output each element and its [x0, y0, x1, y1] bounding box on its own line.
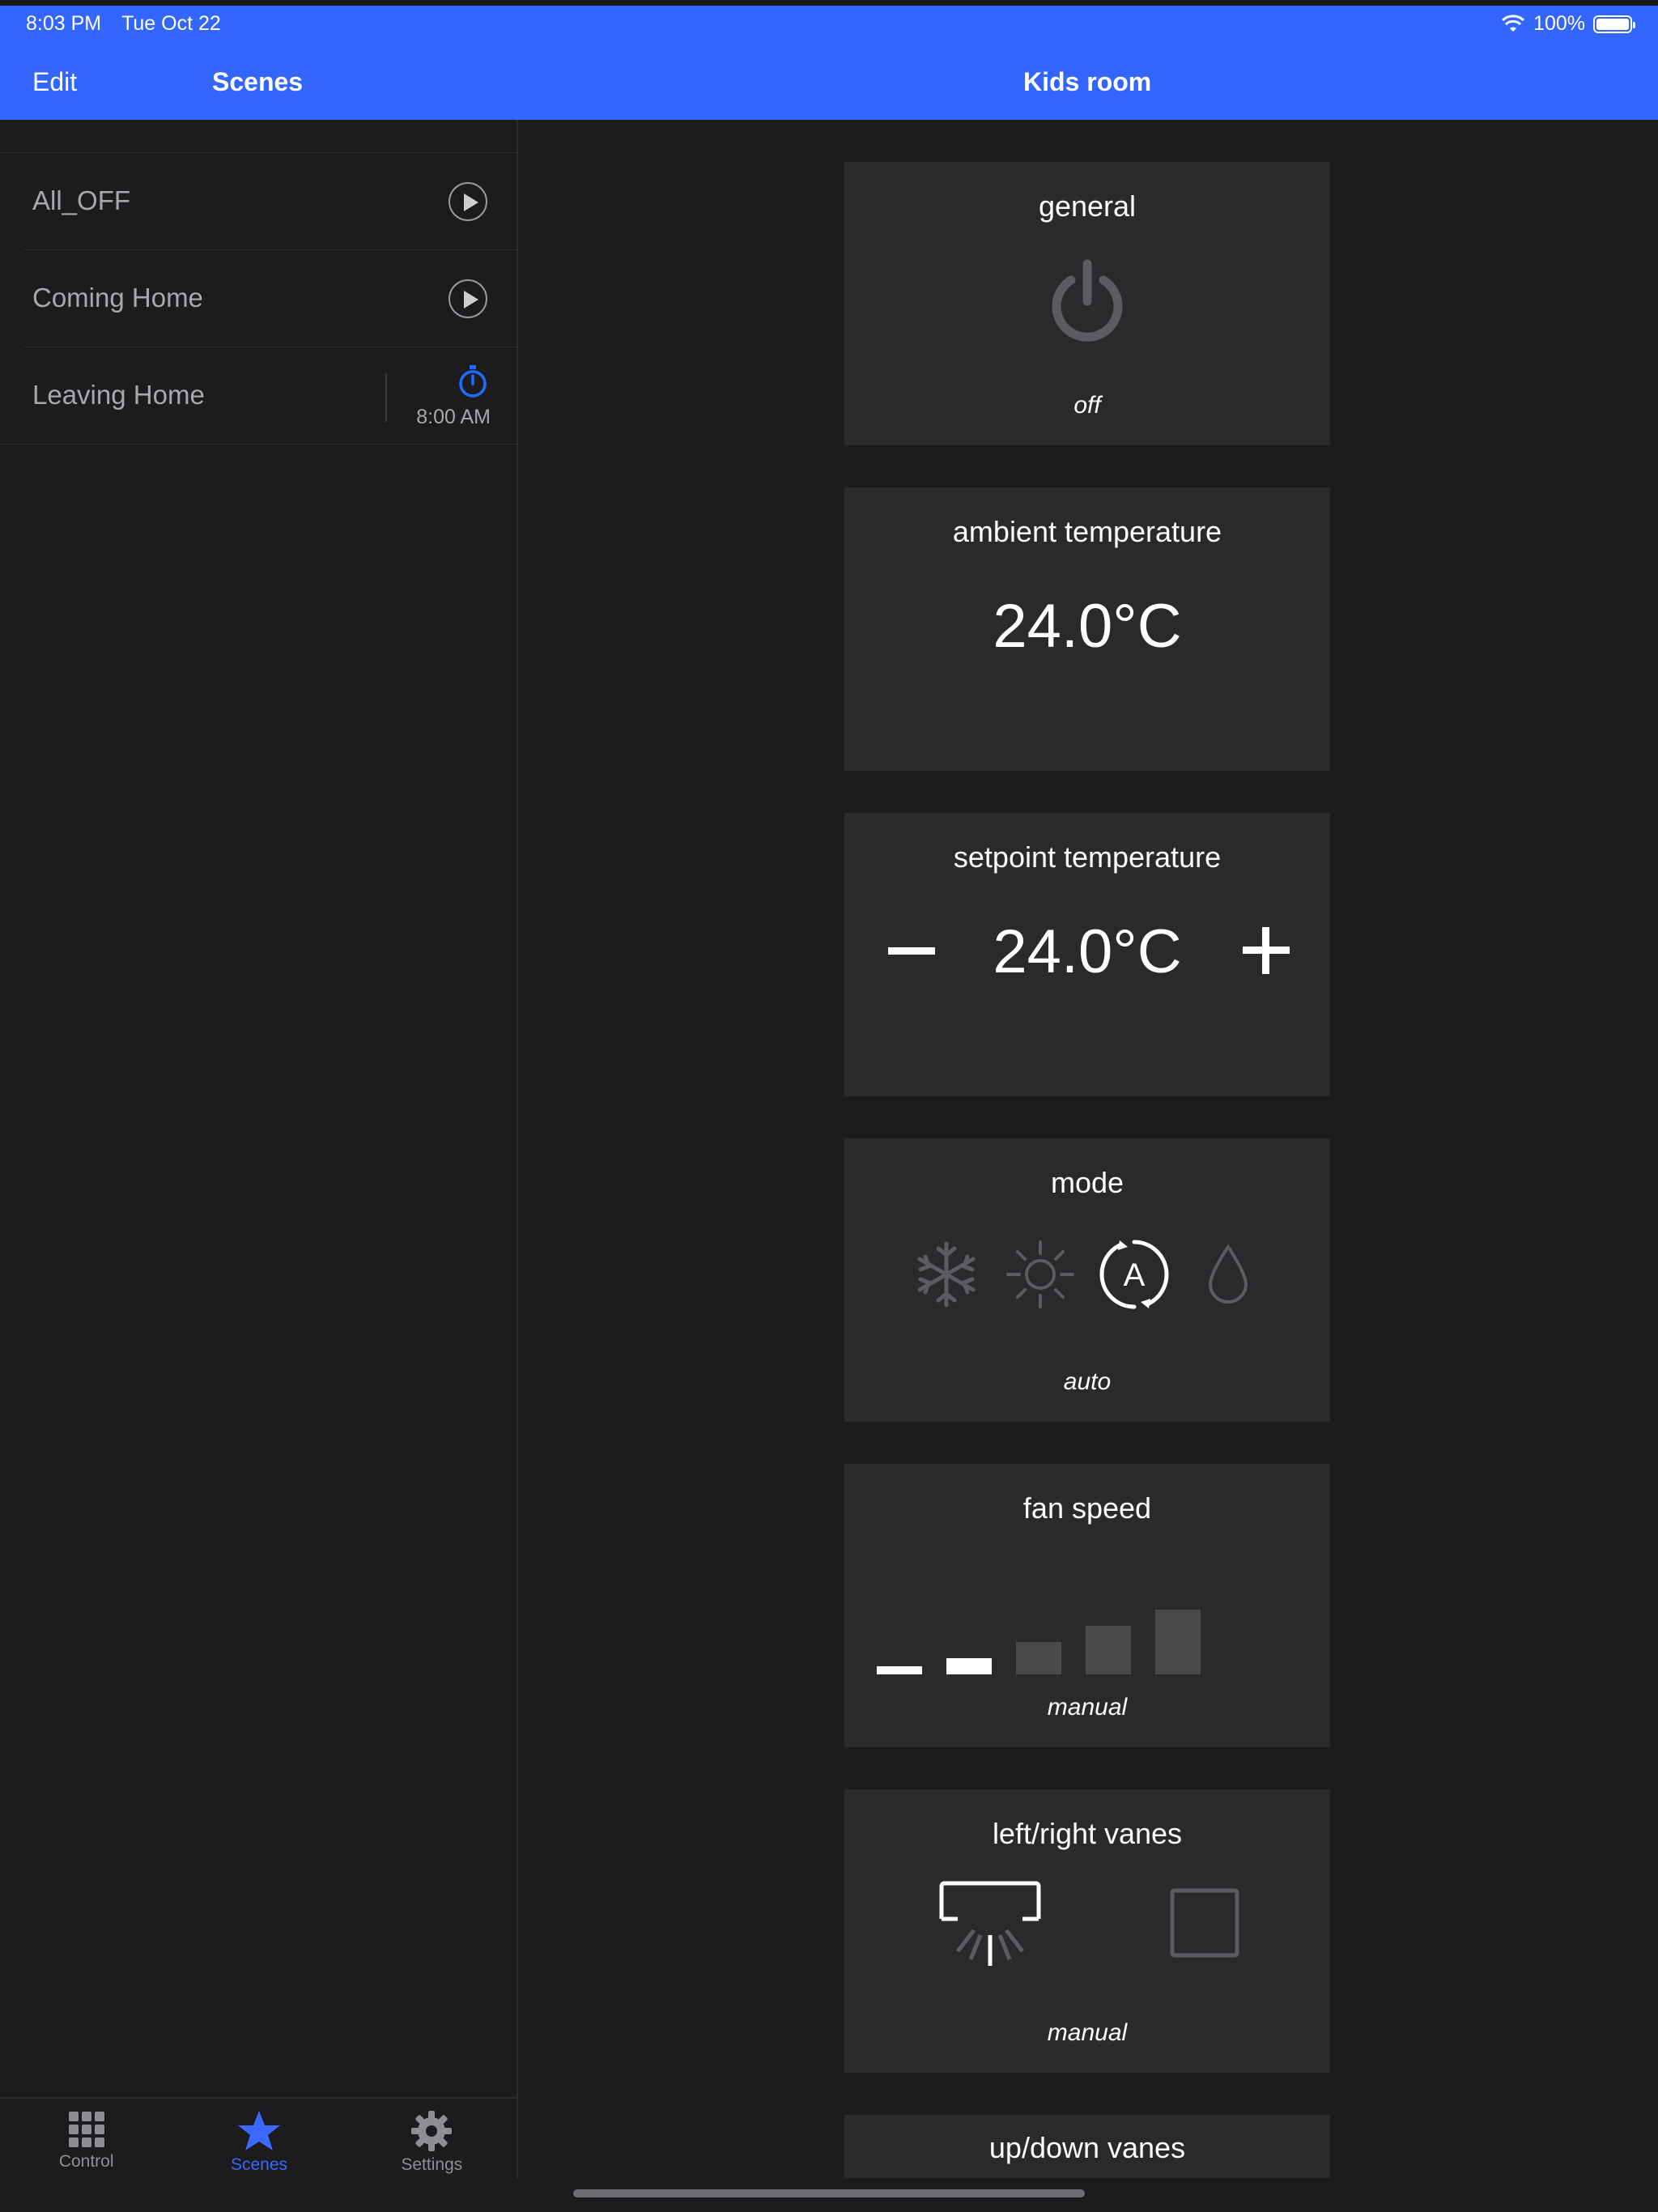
play-icon[interactable]: [449, 279, 487, 318]
setpoint-temperature-card: setpoint temperature 24.0°C: [844, 813, 1330, 1096]
fan-level-3[interactable]: [1016, 1642, 1061, 1674]
fixed-vanes-icon[interactable]: [1170, 1888, 1239, 1958]
card-title: general: [1038, 189, 1137, 223]
scene-row-coming-home[interactable]: Coming Home: [24, 250, 518, 347]
swing-vanes-icon[interactable]: [933, 1878, 1047, 1976]
tab-settings[interactable]: Settings: [346, 2099, 518, 2178]
tab-scenes[interactable]: Scenes: [172, 2099, 345, 2178]
snowflake-icon[interactable]: [911, 1239, 982, 1310]
star-icon: [237, 2111, 280, 2150]
general-status: off: [1073, 392, 1101, 419]
play-icon[interactable]: [449, 182, 487, 221]
auto-mode-icon[interactable]: A: [1099, 1239, 1170, 1310]
status-date: Tue Oct 22: [121, 12, 221, 35]
status-clock: 8:03 PM: [26, 12, 102, 35]
ambient-temperature-card: ambient temperature 24.0°C: [844, 487, 1330, 771]
tab-label: Scenes: [230, 2155, 288, 2174]
mode-options: A: [844, 1239, 1330, 1310]
left-right-vanes-status: manual: [1047, 2019, 1128, 2046]
card-title: mode: [1050, 1166, 1124, 1199]
scene-label: Coming Home: [32, 283, 203, 313]
fan-speed-status: manual: [1047, 1694, 1128, 1721]
grid-icon: [68, 2112, 104, 2147]
control-panel: general off ambient temperature 24.0°C s…: [520, 120, 1658, 2178]
scene-row-all-off[interactable]: All_OFF: [24, 153, 518, 250]
home-indicator[interactable]: [573, 2189, 1085, 2197]
gear-icon: [411, 2111, 453, 2151]
fan-level-4[interactable]: [1086, 1626, 1131, 1674]
fan-speed-levels: [877, 1577, 1298, 1674]
card-title: up/down vanes: [988, 2131, 1186, 2164]
battery-icon: [1593, 15, 1635, 33]
tab-label: Control: [58, 2152, 114, 2171]
svg-text:A: A: [1124, 1257, 1146, 1293]
tab-label: Settings: [401, 2155, 463, 2174]
sidebar-title: Scenes: [212, 67, 304, 96]
tab-bar: Control Scenes Settings: [0, 2097, 518, 2178]
wifi-icon: [1502, 14, 1525, 32]
battery-percent: 100%: [1533, 12, 1585, 35]
mode-card: mode A auto: [844, 1138, 1330, 1422]
room-title: Kids room: [1023, 67, 1152, 96]
divider: [385, 373, 387, 422]
mode-status: auto: [1063, 1368, 1112, 1395]
edit-button[interactable]: Edit: [32, 67, 77, 97]
tab-control[interactable]: Control: [0, 2099, 172, 2178]
card-title: setpoint temperature: [953, 840, 1222, 874]
card-title: left/right vanes: [992, 1817, 1183, 1850]
sun-icon[interactable]: [1005, 1239, 1076, 1310]
fan-level-5[interactable]: [1155, 1610, 1201, 1674]
vanes-options: [844, 1870, 1330, 1976]
scene-schedule-time: 8:00 AM: [416, 406, 491, 428]
scene-list: All_OFF Coming Home Leaving Home 8:00 AM: [0, 152, 518, 445]
scene-row-leaving-home[interactable]: Leaving Home 8:00 AM: [0, 347, 518, 445]
scene-label: Leaving Home: [32, 380, 205, 410]
card-title: ambient temperature: [952, 515, 1222, 548]
drop-icon[interactable]: [1192, 1239, 1264, 1310]
fan-level-1[interactable]: [877, 1666, 922, 1674]
status-indicators: 100%: [1501, 12, 1635, 36]
fan-level-2[interactable]: [946, 1658, 992, 1674]
power-icon[interactable]: [1048, 259, 1126, 343]
card-title: fan speed: [1022, 1491, 1152, 1525]
scenes-sidebar: All_OFF Coming Home Leaving Home 8:00 AM: [0, 120, 518, 2178]
navigation-bar: 8:03 PM Tue Oct 22 100% Edit Scenes Kids…: [0, 0, 1658, 120]
general-card: general off: [844, 162, 1330, 445]
up-down-vanes-card: up/down vanes: [844, 2115, 1330, 2178]
timer-icon[interactable]: [457, 364, 489, 399]
scene-label: All_OFF: [32, 185, 131, 215]
increase-button[interactable]: [1243, 927, 1290, 974]
fan-speed-card: fan speed manual: [844, 1464, 1330, 1747]
status-time: 8:03 PM Tue Oct 22: [26, 12, 221, 36]
left-right-vanes-card: left/right vanes manual: [844, 1789, 1330, 2073]
ambient-temperature-value: 24.0°C: [993, 592, 1182, 661]
